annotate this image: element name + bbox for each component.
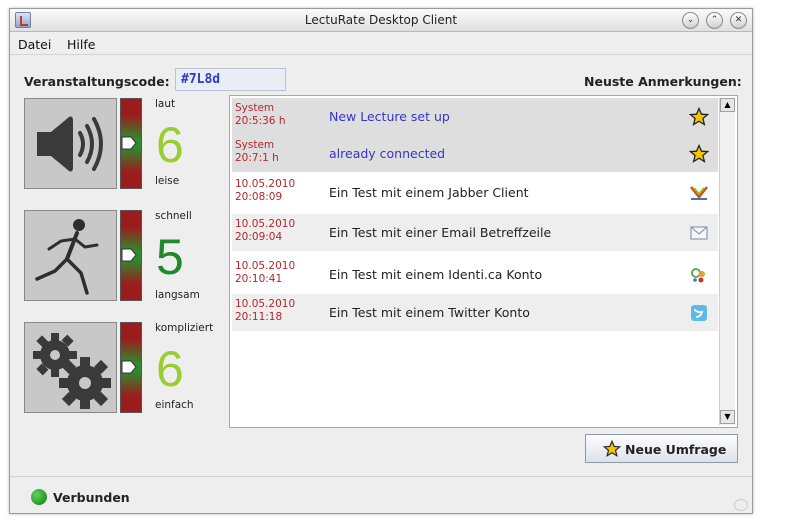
message-text: New Lecture set up (329, 109, 450, 124)
star-icon (689, 144, 709, 163)
list-item[interactable]: 10.05.2010 20:11:18 Ein Test mit einem T… (232, 294, 718, 331)
event-code-field[interactable]: #7L8d (175, 68, 286, 91)
resize-grip-icon[interactable] (734, 499, 748, 511)
message-time: 20:10:41 (235, 273, 283, 285)
speed-bottom-label: langsam (155, 289, 200, 301)
message-text: already connected (329, 146, 446, 161)
identica-icon (691, 268, 705, 283)
list-item[interactable]: 10.05.2010 20:10:41 Ein Test mit einem I… (232, 256, 718, 293)
message-time: 20:08:09 (235, 191, 283, 203)
speed-value: 5 (156, 229, 184, 285)
message-sender: System (235, 102, 275, 114)
message-text: Ein Test mit einem Jabber Client (329, 185, 529, 200)
event-code-label: Veranstaltungscode: (24, 74, 170, 89)
minimize-button[interactable]: ⌄ (682, 12, 699, 29)
maximize-button[interactable]: ⌃ (706, 12, 723, 29)
speed-meter-marker[interactable] (121, 248, 137, 262)
star-icon (603, 440, 621, 457)
scroll-up-button[interactable]: ▲ (720, 98, 735, 112)
gears-icon (24, 322, 117, 413)
volume-value: 6 (156, 117, 184, 173)
speed-top-label: schnell (155, 210, 192, 222)
close-button[interactable]: ✕ (730, 12, 747, 29)
jabber-icon (690, 186, 708, 200)
complexity-value: 6 (156, 341, 184, 397)
message-text: Ein Test mit einer Email Betreffzeile (329, 225, 552, 240)
volume-meter[interactable] (120, 98, 142, 189)
speed-meter[interactable] (120, 210, 142, 301)
notes-scrollbar[interactable]: ▲ ▼ (719, 98, 735, 425)
complexity-top-label: kompliziert (155, 322, 214, 334)
message-text: Ein Test mit einem Twitter Konto (329, 305, 530, 320)
list-item[interactable]: System 20:7:1 h already connected (232, 135, 718, 172)
message-sender: 10.05.2010 (235, 178, 296, 190)
star-icon (689, 107, 709, 126)
notes-list[interactable]: System 20:5:36 h New Lecture set up Syst… (229, 95, 738, 428)
window-title: LectuRate Desktop Client (304, 13, 458, 27)
latest-notes-label: Neuste Anmerkungen: (584, 74, 742, 89)
connection-status-text: Verbunden (53, 490, 130, 505)
message-time: 20:11:18 (235, 311, 283, 323)
complexity-meter[interactable] (120, 322, 142, 413)
connection-status-icon (31, 489, 47, 505)
scroll-down-button[interactable]: ▼ (720, 410, 735, 424)
volume-bottom-label: leise (155, 175, 180, 187)
list-item[interactable]: 10.05.2010 20:08:09 Ein Test mit einem J… (232, 174, 718, 211)
complexity-bottom-label: einfach (155, 399, 194, 411)
volume-meter-marker[interactable] (121, 136, 137, 150)
message-time: 20:09:04 (235, 231, 283, 243)
message-time: 20:7:1 h (235, 152, 279, 164)
new-poll-label: Neue Umfrage (625, 442, 727, 457)
speaker-icon (24, 98, 117, 189)
running-person-icon (24, 210, 117, 301)
list-item[interactable]: 10.05.2010 20:09:04 Ein Test mit einer E… (232, 214, 718, 251)
complexity-meter-marker[interactable] (121, 360, 137, 374)
title-bar[interactable]: LectuRate Desktop Client ⌄ ⌃ ✕ (10, 9, 752, 32)
message-sender: 10.05.2010 (235, 260, 296, 272)
twitter-icon (691, 305, 707, 321)
menu-hilfe[interactable]: Hilfe (67, 37, 95, 52)
message-sender: 10.05.2010 (235, 298, 296, 310)
menu-bar: Datei Hilfe (10, 33, 752, 55)
email-icon (690, 226, 708, 240)
app-window: LectuRate Desktop Client ⌄ ⌃ ✕ Datei Hil… (9, 8, 753, 514)
message-sender: 10.05.2010 (235, 218, 296, 230)
menu-datei[interactable]: Datei (18, 37, 51, 52)
list-item[interactable]: System 20:5:36 h New Lecture set up (232, 98, 718, 135)
message-time: 20:5:36 h (235, 115, 286, 127)
message-text: Ein Test mit einem Identi.ca Konto (329, 267, 543, 282)
volume-top-label: laut (155, 98, 176, 110)
message-sender: System (235, 139, 275, 151)
new-poll-button[interactable]: Neue Umfrage (585, 434, 738, 463)
status-bar: Verbunden (10, 476, 752, 513)
